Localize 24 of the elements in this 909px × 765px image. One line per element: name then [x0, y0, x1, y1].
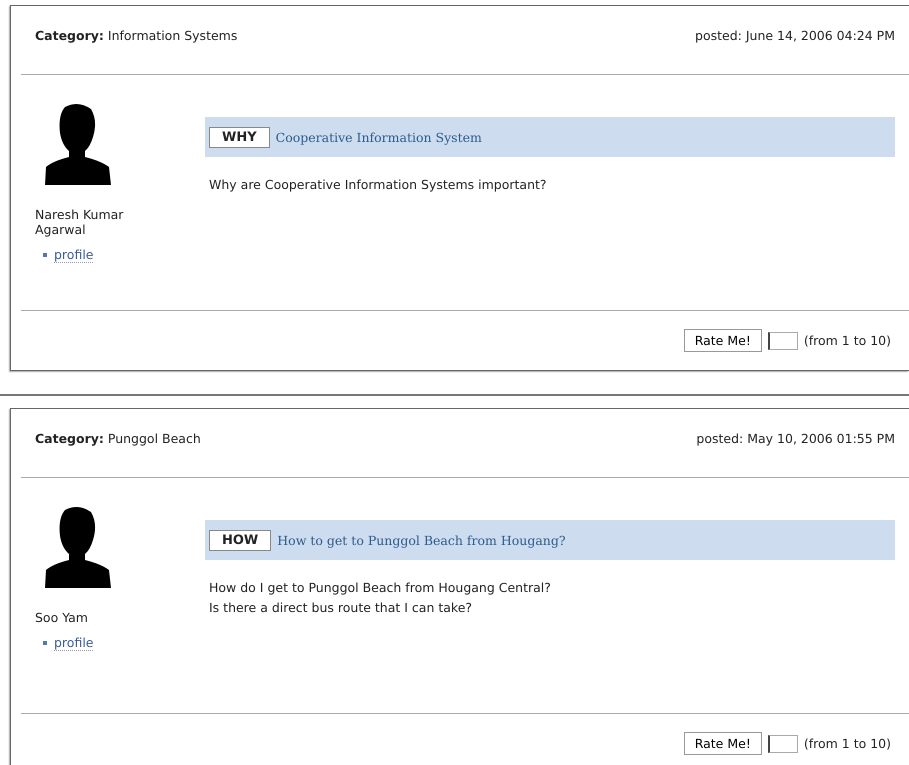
- question-title: How to get to Punggol Beach from Hougang?: [277, 532, 566, 548]
- rate-button[interactable]: Rate Me!: [684, 732, 762, 755]
- bullet-icon: [43, 641, 47, 645]
- category-text: Category: Punggol Beach: [35, 431, 201, 448]
- posted-date: posted: May 10, 2006 01:55 PM: [696, 431, 895, 448]
- posted-date: posted: June 14, 2006 04:24 PM: [695, 28, 895, 45]
- category-text: Category: Information Systems: [35, 28, 238, 45]
- author-name: Soo Yam: [35, 610, 89, 625]
- rating-input-field[interactable]: [768, 734, 798, 752]
- question-text: Why are Cooperative Information Systems important?: [208, 176, 548, 194]
- avatar-silhouette-icon: [45, 103, 111, 185]
- rating-hint: (from 1 to 10): [804, 333, 891, 348]
- rating-hint: (from 1 to 10): [804, 736, 891, 751]
- rating-input-field[interactable]: [768, 332, 798, 350]
- rate-button[interactable]: Rate Me!: [684, 329, 762, 352]
- question-type-label: HOW: [209, 530, 272, 550]
- question-title: Cooperative Information System: [276, 130, 482, 144]
- avatar-silhouette-icon: [45, 506, 111, 588]
- profile-link[interactable]: profile: [54, 635, 94, 651]
- bullet-icon: [43, 253, 47, 257]
- profile-link[interactable]: profile: [54, 247, 94, 263]
- question-text: How do I get to Punggol Beach from Hougang Central? Is there a direct bus route that I can take?: [208, 579, 552, 617]
- author-name: Naresh Kumar Agarwal: [35, 207, 124, 237]
- question-type-label: WHY: [209, 126, 270, 148]
